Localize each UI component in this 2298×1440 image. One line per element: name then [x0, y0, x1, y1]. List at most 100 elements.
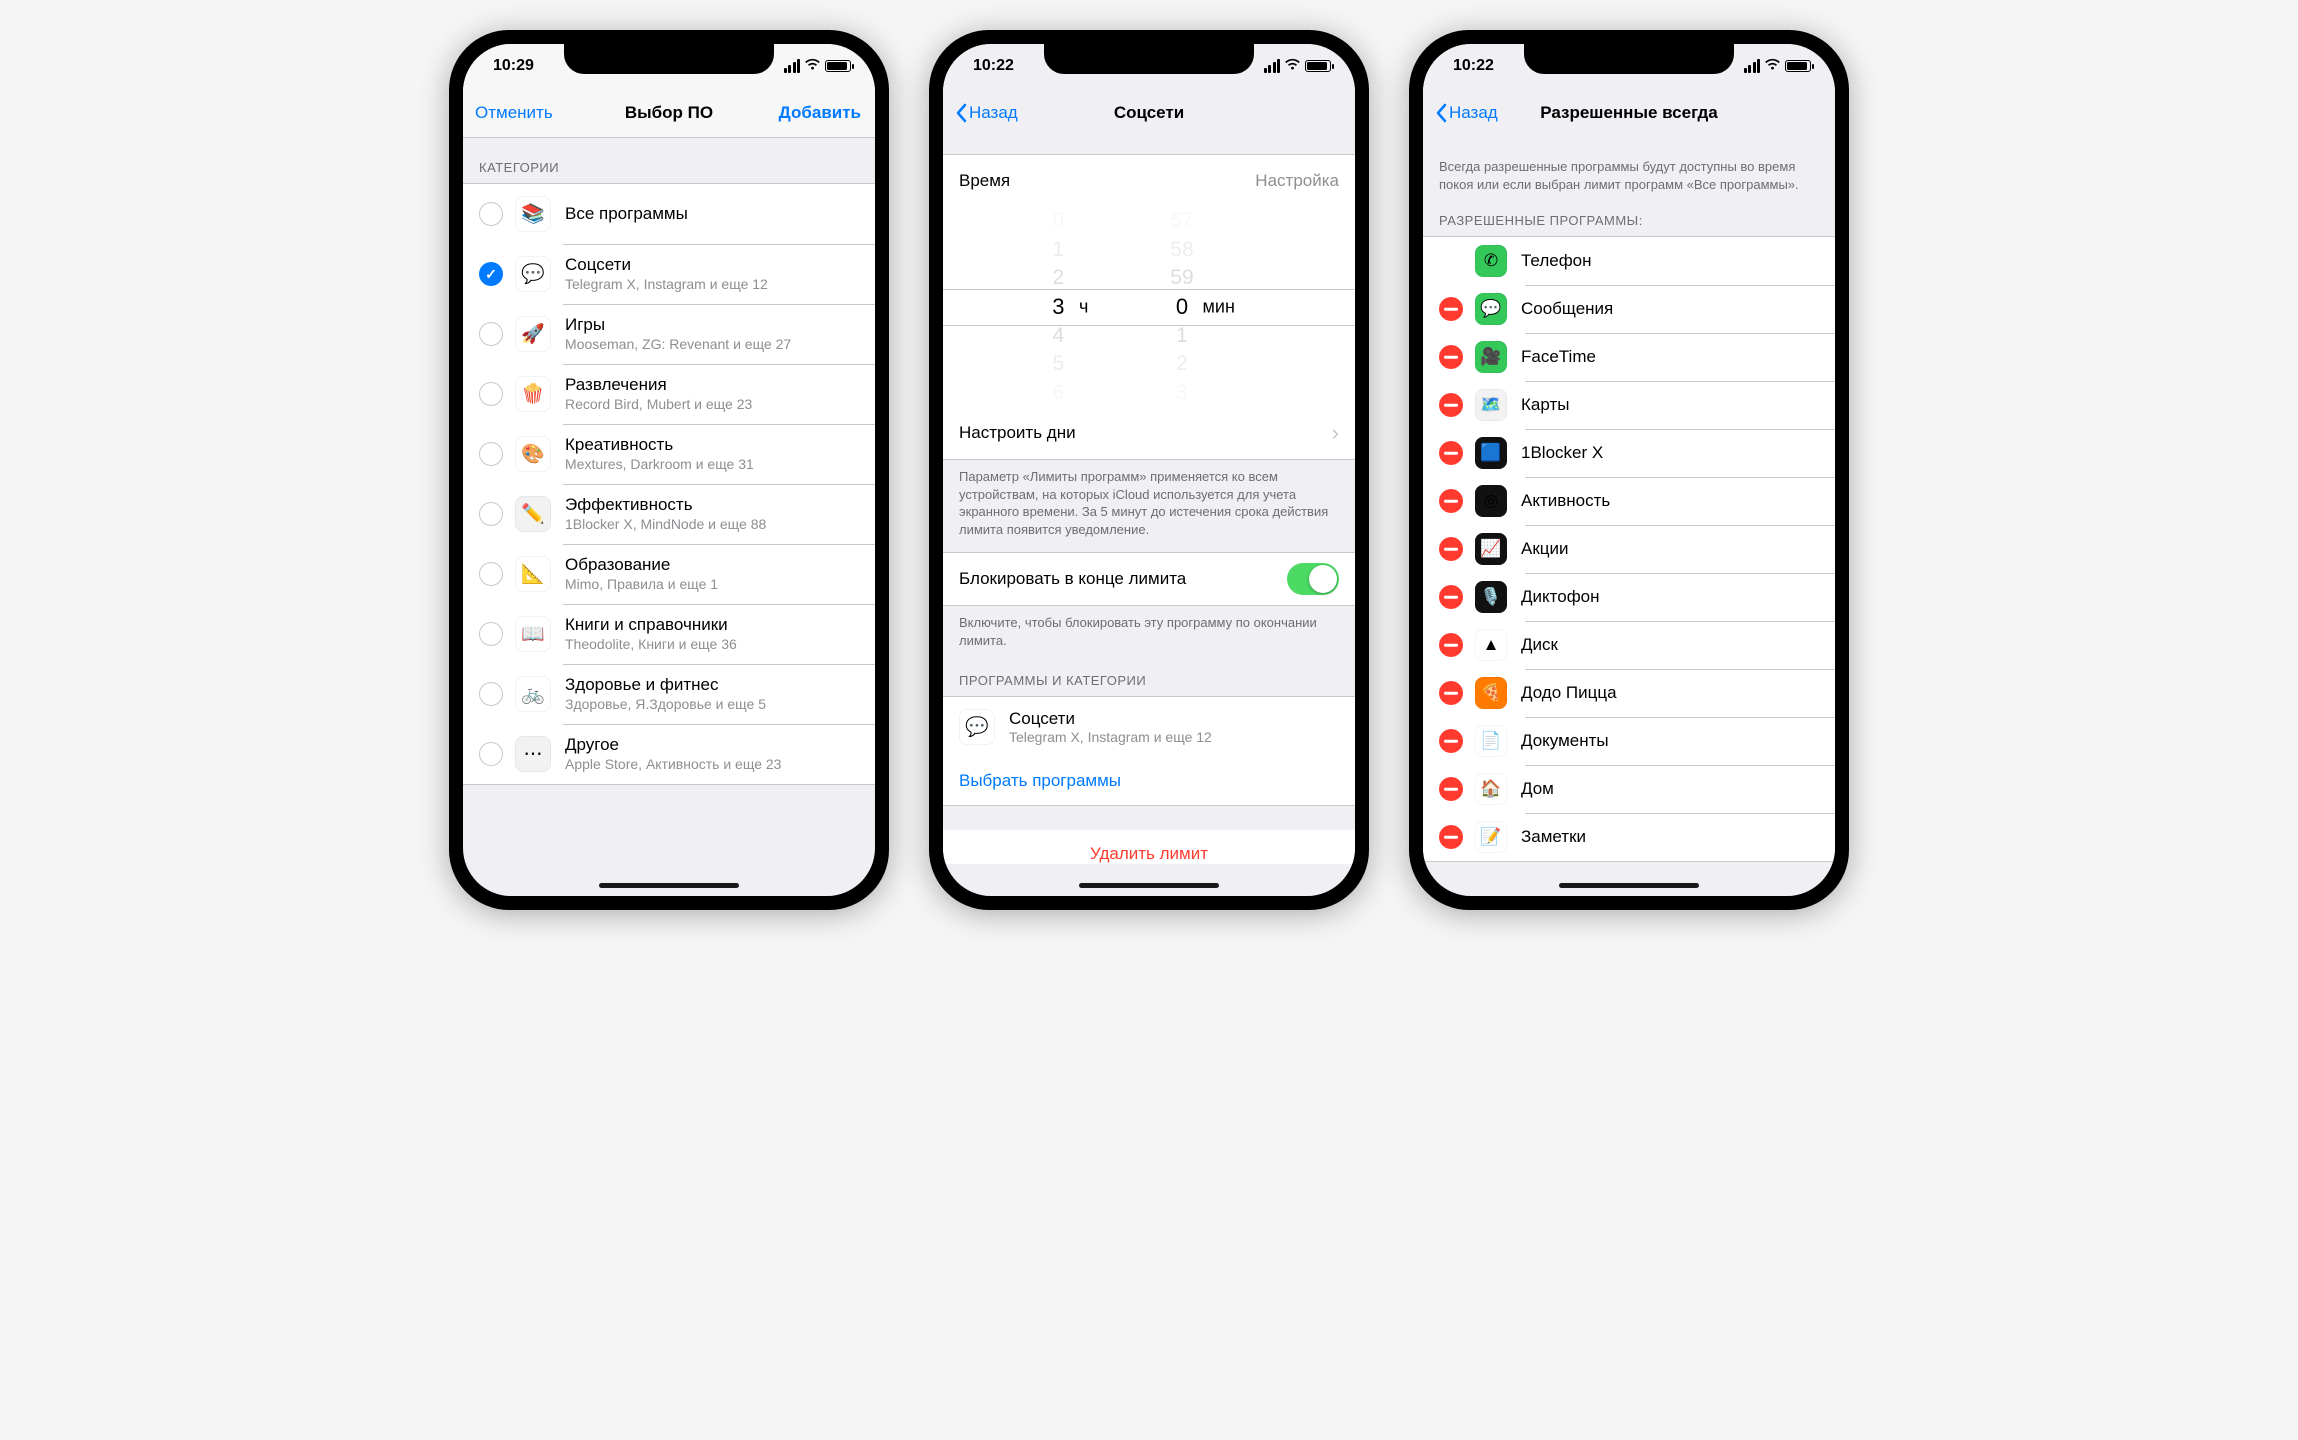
category-row-books[interactable]: 📖Книги и справочникиTheodolite, Книги и …: [463, 604, 875, 664]
home-indicator[interactable]: [599, 883, 739, 888]
allowed-row-1blocker[interactable]: 🟦 1Blocker X: [1423, 429, 1835, 477]
allowed-row-activity[interactable]: ◎Активность: [1423, 477, 1835, 525]
allowed-row-stocks[interactable]: 📈Акции: [1423, 525, 1835, 573]
category-row-productivity[interactable]: ✏️Эффективность1Blocker X, MindNode и ещ…: [463, 484, 875, 544]
category-icon: 📚: [515, 196, 551, 232]
category-icon: 📖: [515, 616, 551, 652]
allowed-row-dodo[interactable]: 🍕Додо Пицца: [1423, 669, 1835, 717]
radio-all-apps[interactable]: [479, 202, 503, 226]
category-row-social[interactable]: 💬СоцсетиTelegram X, Instagram и еще 12: [463, 244, 875, 304]
app-icon-drive: ▲: [1475, 629, 1507, 661]
remove-button-docs[interactable]: [1439, 729, 1463, 753]
radio-entertainment[interactable]: [479, 382, 503, 406]
category-title: Соцсети: [1009, 709, 1212, 729]
category-item-social[interactable]: 💬 Соцсети Telegram X, Instagram и еще 12: [943, 697, 1355, 757]
wifi-icon: [804, 58, 821, 75]
allowed-row-maps[interactable]: 🗺️Карты: [1423, 381, 1835, 429]
home-indicator[interactable]: [1559, 883, 1699, 888]
category-row-games[interactable]: 🚀ИгрыMooseman, ZG: Revenant и еще 27: [463, 304, 875, 364]
category-row-other[interactable]: ⋯ДругоеApple Store, Активность и еще 23: [463, 724, 875, 784]
remove-button-dodo[interactable]: [1439, 681, 1463, 705]
app-label: Заметки: [1521, 827, 1586, 847]
radio-education[interactable]: [479, 562, 503, 586]
app-label: 1Blocker X: [1521, 443, 1603, 463]
battery-icon: [1305, 60, 1331, 72]
time-value: Настройка: [1255, 171, 1339, 191]
allowed-row-messages[interactable]: 💬Сообщения: [1423, 285, 1835, 333]
nav-bar: Назад Разрешенные всегда: [1423, 88, 1835, 138]
home-indicator[interactable]: [1079, 883, 1219, 888]
remove-button-1blocker[interactable]: [1439, 441, 1463, 465]
notch: [1044, 44, 1254, 74]
phone-1: 10:29 Отменить Выбор ПО Добавить КАТЕГОР…: [449, 30, 889, 910]
app-label: Карты: [1521, 395, 1569, 415]
remove-button-facetime[interactable]: [1439, 345, 1463, 369]
remove-button-messages[interactable]: [1439, 297, 1463, 321]
category-icon: ⋯: [515, 736, 551, 772]
customize-days-row[interactable]: Настроить дни ›: [943, 407, 1355, 459]
app-label: Активность: [1521, 491, 1610, 511]
category-row-creativity[interactable]: 🎨КреативностьMextures, Darkroom и еще 31: [463, 424, 875, 484]
category-icon: ✏️: [515, 496, 551, 532]
allowed-row-facetime[interactable]: 🎥 FaceTime: [1423, 333, 1835, 381]
signal-icon: [1264, 59, 1281, 73]
status-icons: [1744, 58, 1812, 75]
category-subtitle: Telegram X, Instagram и еще 12: [1009, 729, 1212, 746]
radio-creativity[interactable]: [479, 442, 503, 466]
app-icon-1blocker: 🟦: [1475, 437, 1507, 469]
notch: [564, 44, 774, 74]
category-row-entertainment[interactable]: 🍿РазвлеченияRecord Bird, Mubert и еще 23: [463, 364, 875, 424]
time-label: Время: [959, 171, 1010, 191]
allowed-row-notes[interactable]: 📝 Заметки: [1423, 813, 1835, 861]
status-time: 10:22: [973, 57, 1014, 75]
category-title: Креативность: [565, 435, 754, 455]
radio-games[interactable]: [479, 322, 503, 346]
radio-books[interactable]: [479, 622, 503, 646]
minutes-unit: мин: [1203, 297, 1235, 318]
apps-header: ПРОГРАММЫ И КАТЕГОРИИ: [943, 663, 1355, 696]
categories-header: КАТЕГОРИИ: [463, 138, 875, 183]
battery-icon: [1785, 60, 1811, 72]
delete-limit-button[interactable]: Удалить лимит: [943, 830, 1355, 864]
radio-other[interactable]: [479, 742, 503, 766]
back-button[interactable]: Назад: [955, 103, 1018, 123]
block-at-end-row[interactable]: Блокировать в конце лимита: [943, 553, 1355, 605]
app-icon-dodo: 🍕: [1475, 677, 1507, 709]
remove-button-stocks[interactable]: [1439, 537, 1463, 561]
block-toggle[interactable]: [1287, 563, 1339, 595]
back-label: Назад: [1449, 103, 1498, 123]
app-label: FaceTime: [1521, 347, 1596, 367]
time-row: Время Настройка: [943, 155, 1355, 207]
allowed-row-drive[interactable]: ▲Диск: [1423, 621, 1835, 669]
app-icon-notes: 📝: [1475, 821, 1507, 853]
category-title: Соцсети: [565, 255, 768, 275]
app-label: Телефон: [1521, 251, 1592, 271]
radio-productivity[interactable]: [479, 502, 503, 526]
app-icon-facetime: 🎥: [1475, 341, 1507, 373]
category-row-health[interactable]: 🚲Здоровье и фитнесЗдоровье, Я.Здоровье и…: [463, 664, 875, 724]
remove-button-drive[interactable]: [1439, 633, 1463, 657]
categories-list: 📚Все программы💬СоцсетиTelegram X, Instag…: [463, 183, 875, 785]
back-button[interactable]: Назад: [1435, 103, 1498, 123]
block-label: Блокировать в конце лимита: [959, 569, 1186, 589]
remove-button-maps[interactable]: [1439, 393, 1463, 417]
radio-social[interactable]: [479, 262, 503, 286]
remove-button-voice-memos[interactable]: [1439, 585, 1463, 609]
allowed-row-phone[interactable]: ✆Телефон: [1423, 237, 1835, 285]
cancel-button[interactable]: Отменить: [475, 103, 553, 123]
remove-button-activity[interactable]: [1439, 489, 1463, 513]
category-icon: 🚀: [515, 316, 551, 352]
add-button[interactable]: Добавить: [779, 103, 861, 123]
remove-button-home[interactable]: [1439, 777, 1463, 801]
category-row-education[interactable]: 📐ОбразованиеMimo, Правила и еще 1: [463, 544, 875, 604]
remove-button-notes[interactable]: [1439, 825, 1463, 849]
choose-apps-button[interactable]: Выбрать программы: [943, 757, 1355, 805]
category-row-all-apps[interactable]: 📚Все программы: [463, 184, 875, 244]
allowed-row-docs[interactable]: 📄Документы: [1423, 717, 1835, 765]
allowed-row-voice-memos[interactable]: 🎙️Диктофон: [1423, 573, 1835, 621]
allowed-row-home[interactable]: 🏠Дом: [1423, 765, 1835, 813]
battery-icon: [825, 60, 851, 72]
time-picker[interactable]: 012 3 456 ч 575859 0 123 мин: [943, 207, 1355, 407]
radio-health[interactable]: [479, 682, 503, 706]
signal-icon: [1744, 59, 1761, 73]
